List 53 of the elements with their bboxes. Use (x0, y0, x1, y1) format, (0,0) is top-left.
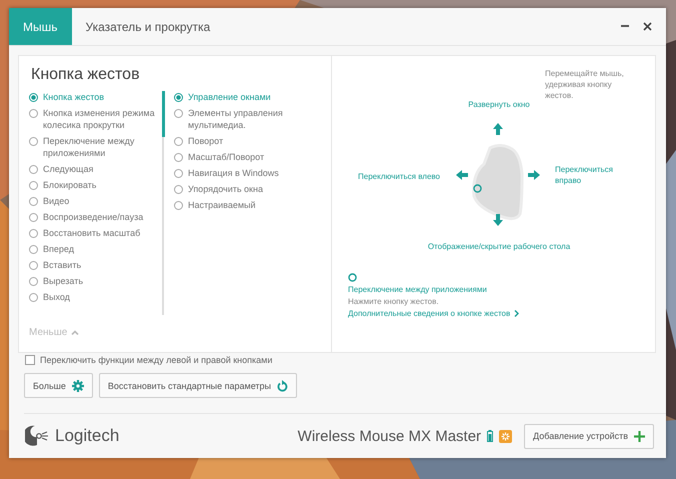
gesture-button-icon (473, 184, 482, 193)
radio-option[interactable]: Элементы управления мультимедиа. (174, 107, 331, 131)
arrow-icon (492, 214, 504, 226)
panel-title: Кнопка жестов (31, 66, 141, 84)
chevron-right-icon (514, 310, 520, 317)
radio-option[interactable]: Кнопка жестов (29, 91, 162, 103)
battery-icon (487, 430, 494, 442)
radio-option[interactable]: Воспроизведение/пауза (29, 211, 162, 223)
arrow-icon (492, 123, 504, 135)
device-name: Wireless Mouse MX Master (298, 428, 482, 444)
radio-option[interactable]: Переключение между приложениями (29, 135, 162, 159)
radio-option[interactable]: Вставить (29, 259, 162, 271)
radio-option[interactable]: Навигация в Windows (174, 167, 331, 179)
radio-option[interactable]: Управление окнами (174, 91, 331, 103)
scrollbar[interactable] (162, 91, 164, 315)
brand-name: Logitech (55, 426, 120, 446)
gesture-title: Переключение между приложениями (348, 285, 488, 294)
radio-option[interactable]: Восстановить масштаб (29, 227, 162, 239)
arrow-icon (528, 169, 540, 181)
gesture-label: Отображение/скрытие рабочего стола (426, 241, 572, 252)
gesture-button-icon (348, 273, 357, 282)
radio-option[interactable]: Поворот (174, 135, 331, 147)
unifying-receiver-icon (499, 430, 512, 442)
radio-option[interactable]: Видео (29, 195, 162, 207)
gesture-description: Нажмите кнопку жестов. (348, 297, 440, 306)
reset-button[interactable]: Восстановить стандартные параметры (98, 373, 298, 398)
radio-option[interactable]: Вперед (29, 243, 162, 255)
radio-option[interactable]: Настраиваемый (174, 199, 331, 211)
radio-option[interactable]: Упорядочить окна (174, 183, 331, 195)
swap-buttons-checkbox[interactable]: Переключить функции между левой и правой кнопками (25, 355, 666, 365)
more-info-link[interactable]: Дополнительные сведения о кнопке жестов (348, 309, 510, 318)
gesture-label: Переключиться вправо (555, 164, 614, 186)
tab[interactable]: Мышь (9, 8, 72, 45)
radio-option[interactable]: Кнопка изменения режима колесика прокрутки (29, 107, 162, 131)
hint-text: Перемещайте мышь, удерживая кнопку жестов. (545, 68, 625, 101)
radio-option[interactable]: Выход (29, 291, 162, 303)
radio-option[interactable]: Следующая (29, 163, 162, 175)
logo-icon (25, 425, 49, 447)
plus-icon (634, 430, 645, 442)
arrow-icon (456, 169, 468, 181)
more-button[interactable]: Больше (24, 373, 93, 398)
radio-option[interactable]: Вырезать (29, 275, 162, 287)
reset-icon (277, 380, 288, 392)
minimize-icon[interactable] (621, 25, 629, 28)
gesture-label: Развернуть окно (467, 99, 531, 110)
chevron-up-icon (71, 330, 80, 335)
gesture-label: Переключиться влево (357, 171, 440, 182)
add-device-button[interactable]: Добавление устройств (524, 424, 654, 448)
radio-option[interactable]: Блокировать (29, 179, 162, 191)
close-icon[interactable] (643, 22, 652, 31)
tab[interactable]: Указатель и прокрутка (72, 8, 224, 45)
radio-option[interactable]: Масштаб/Поворот (174, 151, 331, 163)
gear-icon (72, 380, 84, 392)
